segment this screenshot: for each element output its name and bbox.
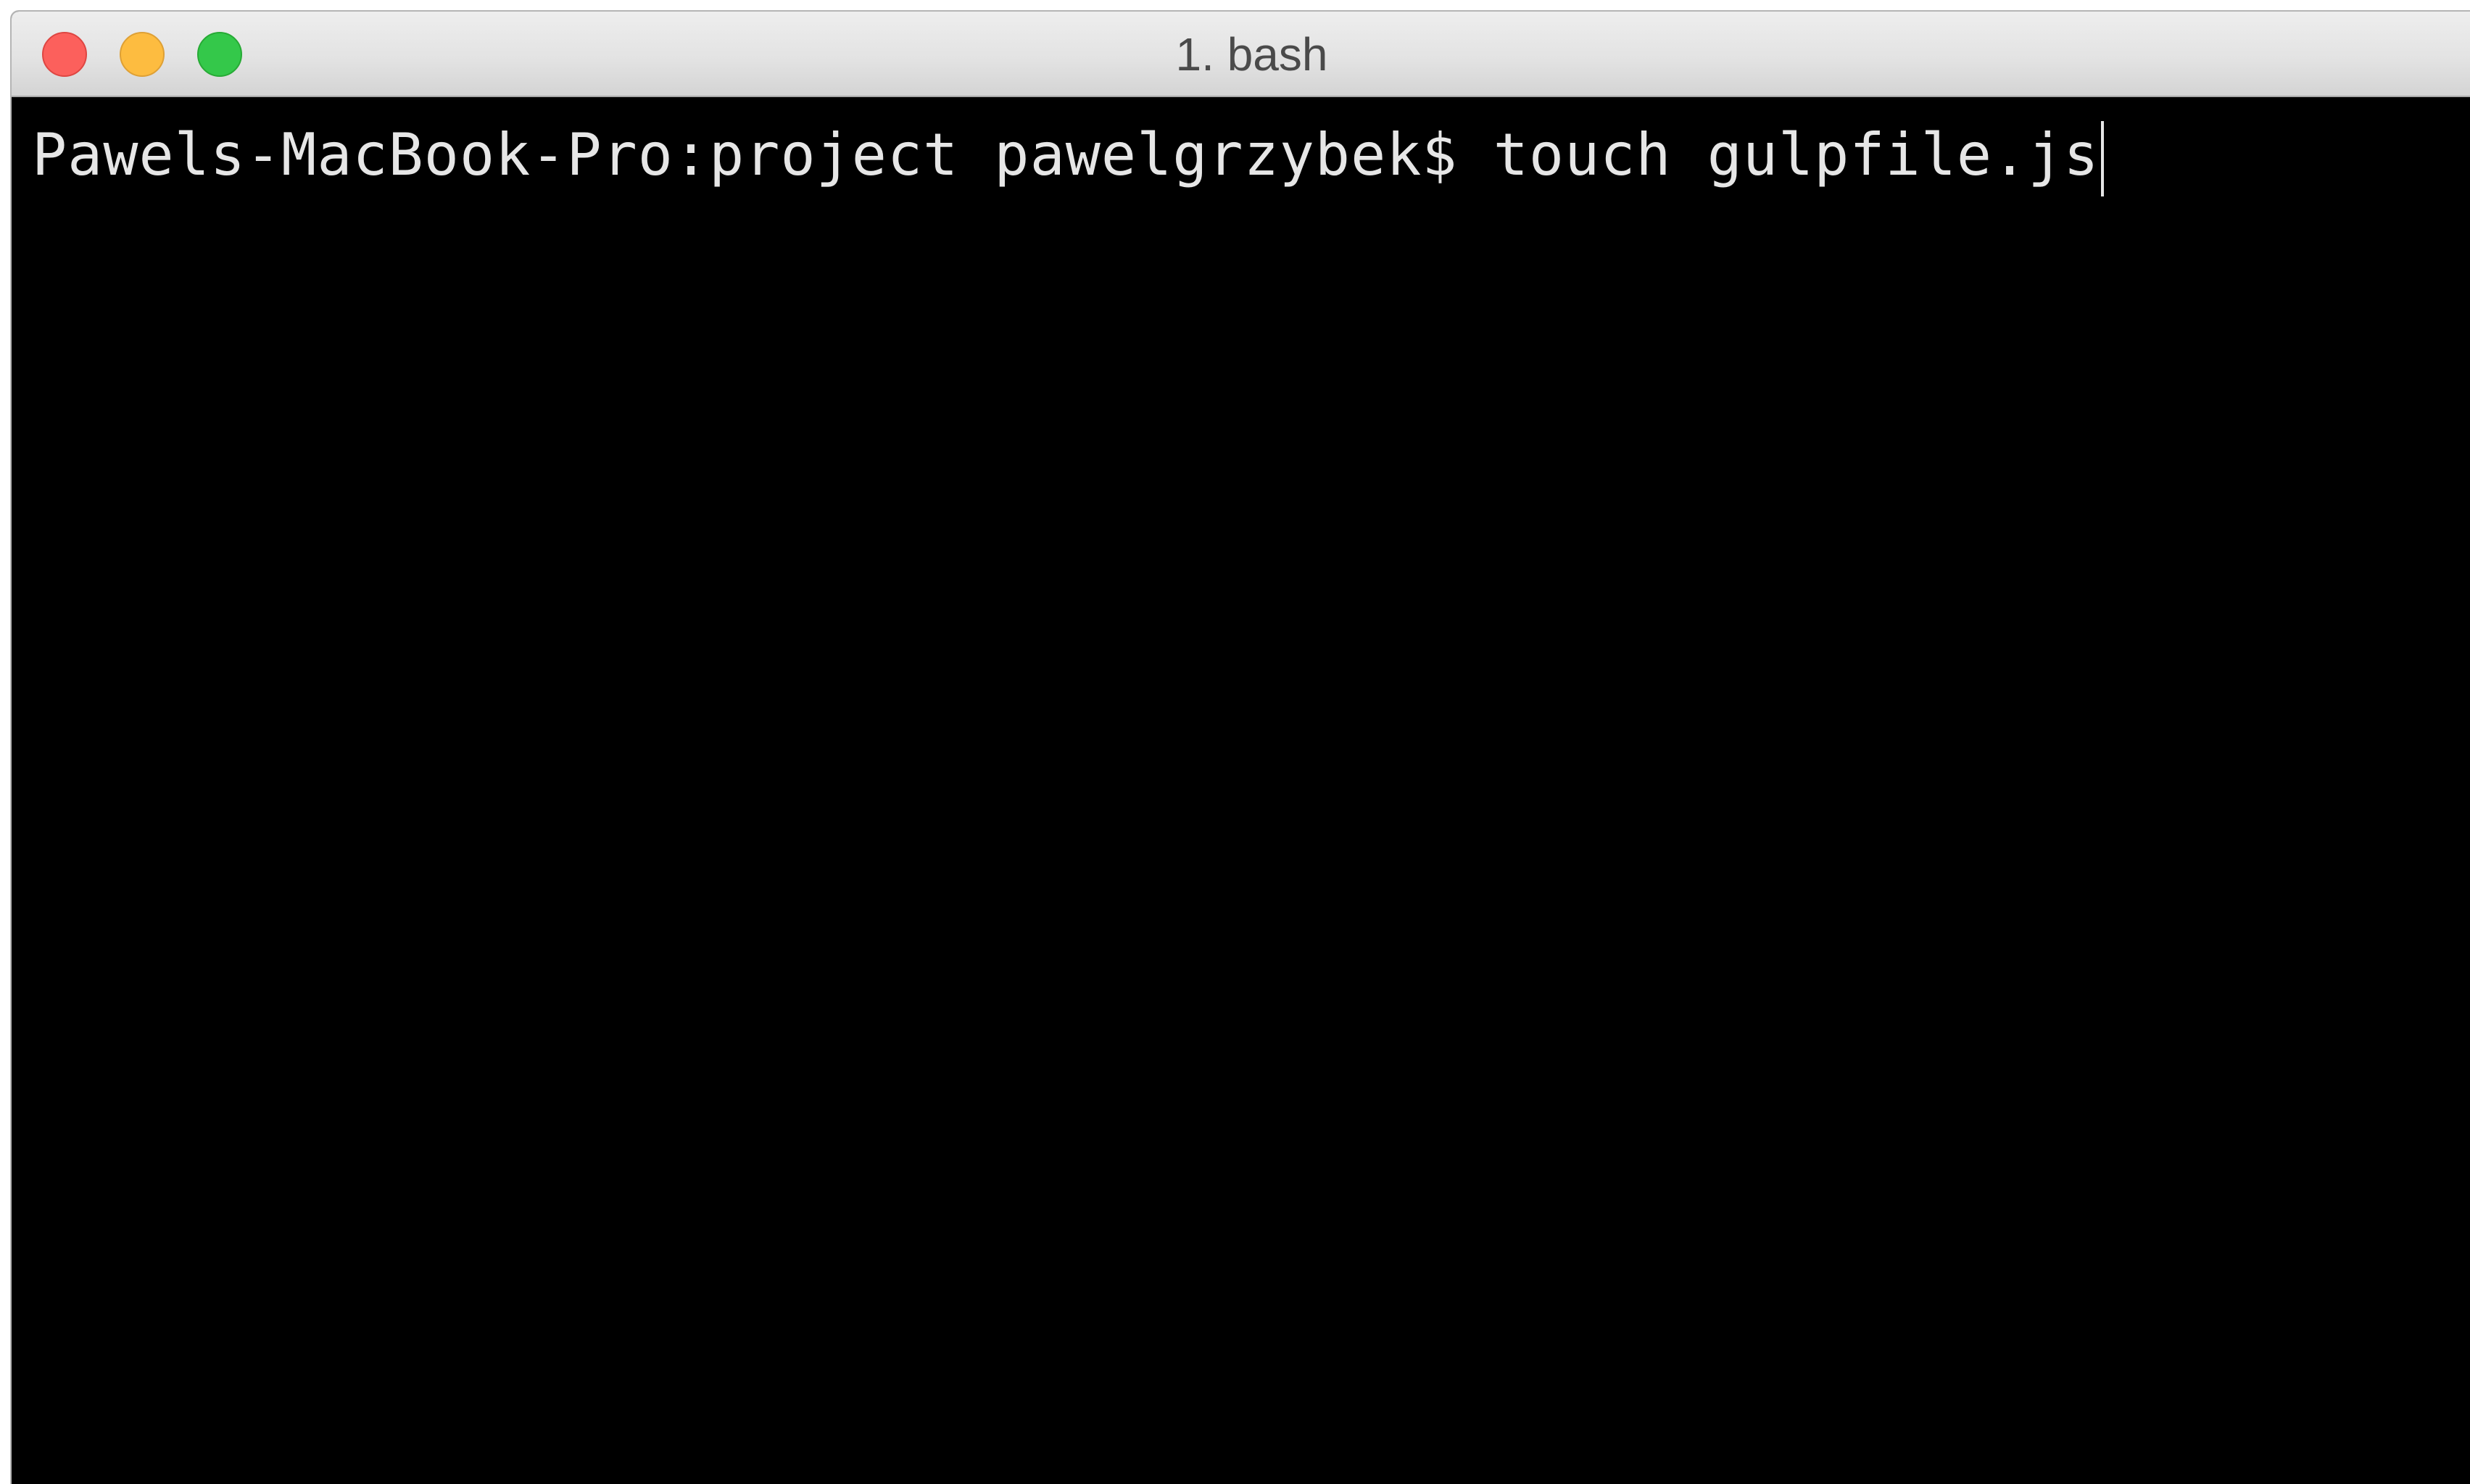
- window-title: 1. bash: [1175, 28, 1328, 80]
- title-bar[interactable]: 1. bash: [12, 12, 2470, 97]
- command-line: Pawels-MacBook-Pro:project pawelgrzybek$…: [32, 113, 2104, 197]
- terminal-window: 1. bash Pawels-MacBook-Pro:project pawel…: [10, 10, 2470, 1484]
- text-cursor: [2100, 121, 2104, 197]
- terminal-body[interactable]: Pawels-MacBook-Pro:project pawelgrzybek$…: [12, 97, 2470, 1484]
- typed-command: touch gulpfile.js: [1493, 121, 2100, 188]
- shell-prompt: Pawels-MacBook-Pro:project pawelgrzybek$: [32, 121, 1493, 188]
